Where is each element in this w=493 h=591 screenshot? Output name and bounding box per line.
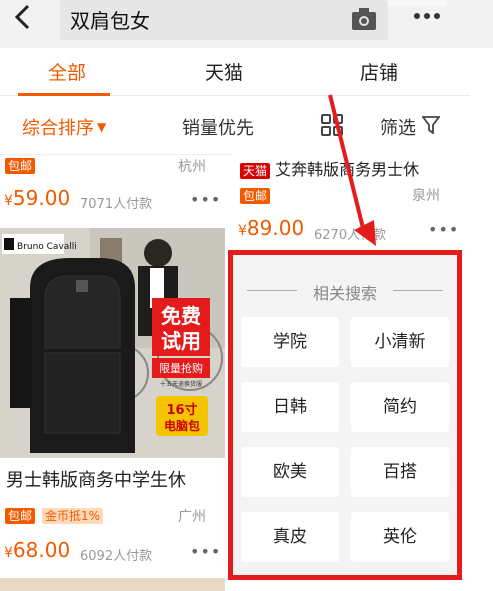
related-term-chip[interactable]: 小清新 <box>351 317 449 367</box>
divider <box>393 290 443 291</box>
more-options-icon[interactable] <box>410 2 444 26</box>
free-shipping-badge: 包邮 <box>5 158 36 174</box>
next-product-image-strip <box>0 578 225 591</box>
sort-comprehensive-button[interactable]: 综合排序 ▼ <box>22 114 106 140</box>
product-location-3: 泉州 <box>412 188 440 204</box>
related-search-panel: 相关搜索 学院 小清新 日韩 简约 欧美 百搭 真皮 英伦 <box>228 250 462 580</box>
product-image-backpack[interactable]: Bruno Cavalli 免费 试用 限量抢购 十五天退换货服 16寸 电脑包 <box>0 228 225 458</box>
tab-shops[interactable]: 店铺 <box>360 58 398 85</box>
top-bar: 双肩包女 <box>0 0 493 48</box>
product-price: ¥59.00 <box>4 186 70 210</box>
product-card-left-top[interactable]: 包邮 杭州 ¥59.00 7071人付款 ••• <box>0 156 225 226</box>
camera-icon[interactable] <box>350 6 378 32</box>
category-tabs: 全部 天猫 店铺 <box>0 48 470 96</box>
sold-count-2: 6092人付款 <box>80 549 153 564</box>
product-location: 杭州 <box>178 159 206 175</box>
more-dots-icon-3[interactable]: ••• <box>428 220 459 239</box>
search-query: 双肩包女 <box>70 9 150 33</box>
promo-line-2: 试用 <box>161 329 201 353</box>
active-tab-indicator <box>18 93 110 96</box>
promo-line-1: 免费 <box>161 304 201 328</box>
more-dots-icon-2[interactable]: ••• <box>190 542 221 561</box>
filter-funnel-icon[interactable] <box>421 116 441 135</box>
grid-view-icon[interactable] <box>320 113 344 137</box>
currency-symbol: ¥ <box>4 193 13 209</box>
product-location-2: 广州 <box>178 509 206 525</box>
brand-logo-text: Bruno Cavalli <box>17 242 77 252</box>
price-value-3: 89.00 <box>246 216 305 240</box>
sort-sales-button[interactable]: 销量优先 <box>182 114 254 140</box>
free-shipping-badge-2: 包邮 <box>5 508 36 524</box>
free-shipping-badge-3: 包邮 <box>240 188 271 204</box>
tmall-badge: 天猫 <box>240 163 271 179</box>
search-input[interactable]: 双肩包女 <box>60 0 388 40</box>
related-term-chip[interactable]: 简约 <box>351 382 449 432</box>
product-price-2: ¥68.00 <box>4 538 70 562</box>
related-term-chip[interactable]: 欧美 <box>241 447 339 497</box>
product-title-right: 天猫 艾奔韩版商务男士休 <box>240 156 419 180</box>
related-term-chip[interactable]: 百搭 <box>351 447 449 497</box>
product-title-right-text: 艾奔韩版商务男士休 <box>275 160 420 179</box>
price-value: 59.00 <box>12 186 71 210</box>
sold-count: 7071人付款 <box>80 197 153 212</box>
price-value-2: 68.00 <box>12 538 71 562</box>
sold-count-3: 6270人付款 <box>314 228 387 243</box>
back-arrow-icon[interactable] <box>8 0 38 40</box>
size-badge: 16寸 <box>166 402 197 418</box>
product-card-right-top[interactable]: 天猫 艾奔韩版商务男士休 包邮 泉州 ¥89.00 6270人付款 ••• <box>232 140 470 250</box>
sort-comprehensive-label: 综合排序 <box>22 118 94 139</box>
tab-all[interactable]: 全部 <box>48 58 86 85</box>
related-search-title: 相关搜索 <box>312 284 377 303</box>
coin-discount-badge: 金币抵1% <box>42 508 104 524</box>
page-right-margin <box>470 48 493 591</box>
size-badge-2: 电脑包 <box>164 418 200 433</box>
filter-button[interactable]: 筛选 <box>380 114 416 140</box>
more-dots-icon[interactable]: ••• <box>190 190 221 209</box>
product-title[interactable]: 男士韩版商务中学生休 <box>6 466 186 492</box>
currency-symbol-3: ¥ <box>238 223 247 239</box>
related-term-chip[interactable]: 日韩 <box>241 382 339 432</box>
promo-line-4: 十五天退换货服 <box>160 380 202 388</box>
promo-line-3: 限量抢购 <box>159 361 203 375</box>
currency-symbol-2: ¥ <box>4 545 13 561</box>
related-term-chip[interactable]: 真皮 <box>241 512 339 562</box>
tab-tmall[interactable]: 天猫 <box>205 58 243 85</box>
related-term-chip[interactable]: 学院 <box>241 317 339 367</box>
caret-down-icon: ▼ <box>97 120 107 134</box>
related-term-chip[interactable]: 英伦 <box>351 512 449 562</box>
related-search-header: 相关搜索 <box>233 280 457 303</box>
product-price-3: ¥89.00 <box>238 216 304 240</box>
